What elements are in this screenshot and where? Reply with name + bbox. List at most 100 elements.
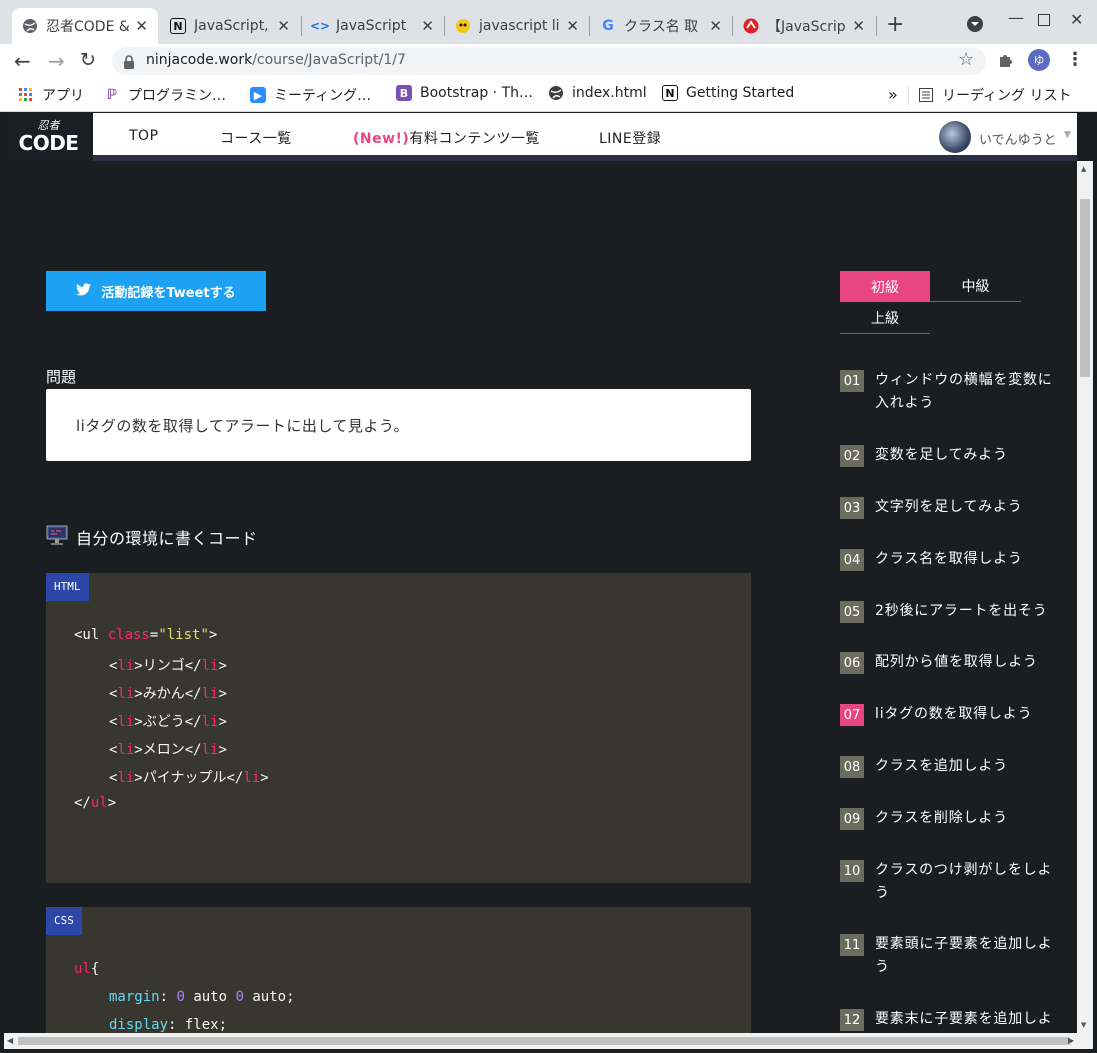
- tab-javascript-code[interactable]: <> JavaScript ✕: [302, 8, 444, 44]
- notion-icon: N: [662, 85, 678, 101]
- tab-google-search[interactable]: G クラス名 取 ✕: [590, 8, 732, 44]
- tab-javascript-article[interactable]: 【JavaScrip ✕: [733, 8, 875, 44]
- horizontal-scroll-thumb[interactable]: [18, 1037, 1070, 1045]
- code-token: li: [201, 742, 219, 758]
- notion-icon: N: [170, 18, 186, 34]
- lesson-number: 12: [840, 1009, 864, 1031]
- new-tab-icon[interactable]: +: [886, 12, 904, 37]
- code-token: >: [208, 627, 218, 643]
- css-code-block[interactable]: CSS ul{ margin: 0 auto 0 auto; display: …: [46, 907, 751, 1033]
- reading-list-button[interactable]: リーディング リスト: [918, 85, 1071, 105]
- lesson-item[interactable]: 03 文字列を足してみよう: [840, 496, 1055, 519]
- scroll-right-icon[interactable]: ▶: [1068, 1036, 1074, 1045]
- minimize-icon[interactable]: —: [1008, 8, 1024, 27]
- level-tab-intermediate[interactable]: 中級: [930, 271, 1021, 302]
- extensions-icon[interactable]: [997, 51, 1015, 73]
- close-icon[interactable]: ✕: [271, 17, 290, 35]
- lesson-item[interactable]: 02 変数を足してみよう: [840, 444, 1055, 467]
- code-token: 0: [176, 989, 185, 1005]
- bookmark-meeting[interactable]: ▶ ミーティング…: [250, 85, 371, 105]
- bookmark-label: ミーティング…: [274, 88, 372, 104]
- reload-icon[interactable]: ↻: [80, 49, 96, 71]
- close-icon[interactable]: ✕: [703, 17, 722, 35]
- code-token: li: [117, 770, 135, 786]
- menu-kebab-icon[interactable]: ⋮: [1066, 49, 1084, 70]
- lesson-item[interactable]: 05 2秒後にアラートを出そう: [840, 600, 1055, 623]
- nav-courses[interactable]: コース一覧: [220, 128, 292, 148]
- close-icon[interactable]: ✕: [415, 17, 434, 35]
- window-close-icon[interactable]: ✕: [1070, 10, 1083, 29]
- nav-top[interactable]: TOP: [129, 128, 159, 144]
- close-icon[interactable]: ✕: [129, 17, 148, 35]
- tab-notion-javascript[interactable]: N JavaScript, ✕: [160, 8, 300, 44]
- back-icon[interactable]: ←: [14, 49, 31, 73]
- lesson-number: 05: [840, 601, 864, 623]
- lesson-item-current[interactable]: 07 liタグの数を取得しよう: [840, 703, 1055, 726]
- tab-title: クラス名 取: [624, 19, 699, 35]
- code-token: ぶどう: [142, 714, 185, 730]
- user-name[interactable]: いでんゆうと: [979, 129, 1057, 148]
- code-line: <li>みかん</li>: [109, 686, 227, 702]
- url-text: ninjacode.work/course/JavaScript/1/7: [146, 52, 406, 68]
- bookmark-bootstrap[interactable]: B Bootstrap · Th…: [396, 85, 533, 101]
- lesson-item[interactable]: 12 要素末に子要素を追加しよ: [840, 1008, 1055, 1031]
- tweet-button[interactable]: 活動記録をTweetする: [46, 271, 266, 311]
- bookmark-label: Bootstrap · Th…: [420, 85, 534, 101]
- code-line: <li>メロン</li>: [109, 742, 227, 758]
- maximize-icon[interactable]: [1038, 14, 1050, 26]
- scroll-up-icon[interactable]: ▲: [1081, 165, 1086, 173]
- close-icon[interactable]: ✕: [560, 17, 579, 35]
- lesson-item[interactable]: 10 クラスのつけ剥がしをしよう: [840, 859, 1055, 905]
- close-icon[interactable]: ✕: [846, 17, 865, 35]
- user-avatar[interactable]: [939, 121, 971, 153]
- horizontal-scrollbar[interactable]: ◀ ▶: [4, 1033, 1093, 1049]
- code-token: li: [201, 686, 219, 702]
- tab-ninjacode[interactable]: 忍者CODE & ✕: [12, 8, 158, 44]
- code-token: margin: [109, 989, 160, 1005]
- vertical-scroll-thumb[interactable]: [1080, 199, 1090, 377]
- address-bar[interactable]: ninjacode.work/course/JavaScript/1/7 ☆: [112, 47, 986, 75]
- tab-title: JavaScript,: [194, 18, 269, 34]
- lesson-number: 07: [840, 704, 864, 726]
- nav-line[interactable]: LINE登録: [599, 128, 661, 148]
- lesson-item[interactable]: 11 要素頭に子要素を追加しよう: [840, 933, 1055, 979]
- lock-icon: [123, 54, 135, 73]
- scroll-down-icon[interactable]: ▼: [1081, 1021, 1086, 1029]
- lesson-item[interactable]: 06 配列から値を取得しよう: [840, 651, 1055, 674]
- lesson-number: 06: [840, 652, 864, 674]
- bookmark-apps[interactable]: アプリ: [18, 85, 84, 105]
- level-tab-advanced[interactable]: 上級: [840, 303, 930, 334]
- site-logo[interactable]: 忍者 CODE: [4, 113, 93, 161]
- forward-icon[interactable]: →: [48, 49, 65, 73]
- url-domain: ninjacode.work: [146, 52, 253, 68]
- code-heading: 自分の環境に書くコード: [46, 524, 258, 550]
- code-token: li: [117, 742, 135, 758]
- code-token: <ul: [74, 627, 108, 643]
- code-token: auto: [252, 989, 287, 1005]
- red-logo-icon: [743, 18, 759, 34]
- lesson-title: クラスを削除しよう: [875, 810, 1008, 826]
- main-content: 活動記録をTweetする 問題 liタグの数を取得してアラートに出して見よう。 …: [4, 167, 1077, 1033]
- code-line: <li>リンゴ</li>: [109, 658, 227, 674]
- profile-avatar[interactable]: ゆ: [1028, 49, 1050, 71]
- bookmark-star-icon[interactable]: ☆: [958, 49, 974, 70]
- scroll-left-icon[interactable]: ◀: [7, 1036, 13, 1045]
- tab-search-icon[interactable]: [965, 14, 985, 38]
- lesson-item[interactable]: 08 クラスを追加しよう: [840, 755, 1055, 778]
- chevron-down-icon[interactable]: ▼: [1064, 130, 1071, 140]
- lesson-item[interactable]: 09 クラスを削除しよう: [840, 807, 1055, 830]
- tab-javascript-li[interactable]: javascript li ✕: [445, 8, 589, 44]
- html-code-block[interactable]: HTML <ul class="list"> <li>リンゴ</li> <li>…: [46, 573, 751, 883]
- nav-paid-contents[interactable]: (New!)有料コンテンツ一覧: [353, 128, 540, 148]
- css-language-badge: CSS: [46, 907, 82, 935]
- bookmark-getting-started[interactable]: N Getting Started: [662, 85, 794, 101]
- bookmark-index-html[interactable]: index.html: [548, 85, 647, 101]
- lesson-item[interactable]: 01 ウィンドウの横幅を変数に入れよう: [840, 369, 1055, 415]
- bookmark-programming[interactable]: ℙ プログラミン…: [104, 85, 226, 105]
- level-tab-beginner[interactable]: 初級: [840, 271, 930, 302]
- lesson-number: 01: [840, 370, 864, 392]
- more-bookmarks-button[interactable]: »: [888, 85, 898, 104]
- lesson-item[interactable]: 04 クラス名を取得しよう: [840, 548, 1055, 571]
- vertical-scrollbar[interactable]: ▲ ▼: [1077, 161, 1093, 1033]
- code-token: li: [243, 770, 261, 786]
